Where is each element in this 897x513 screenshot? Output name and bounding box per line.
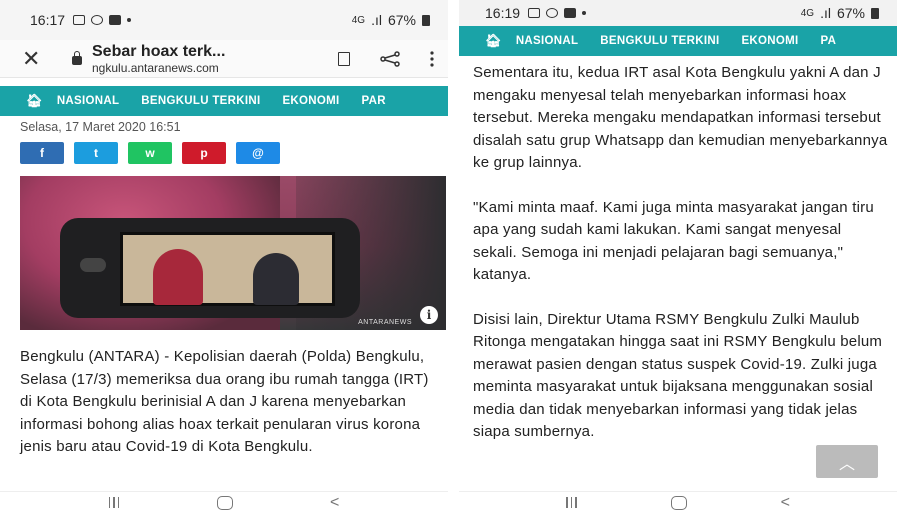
nav-item-bengkulu-terkini[interactable]: BENGKULU TERKINI <box>141 95 260 107</box>
article-paragraph: Bengkulu (ANTARA) - Kepolisian daerah (P… <box>20 348 429 455</box>
dot-icon <box>127 18 132 22</box>
status-bar: 16:17 4G .ıl 67% <box>0 0 448 40</box>
message-icon <box>564 8 577 18</box>
dot-icon <box>582 11 587 15</box>
camera-screen <box>120 232 335 306</box>
scroll-to-top-button[interactable]: ︿ <box>816 445 878 478</box>
page-title: Sebar hoax terk... <box>92 42 226 60</box>
whatsapp-icon <box>546 8 559 18</box>
system-nav-bar: < <box>459 491 897 513</box>
pinterest-share-button[interactable]: p <box>182 142 226 164</box>
message-icon <box>109 15 122 25</box>
gallery-icon <box>528 8 541 18</box>
nav-item-nasional[interactable]: NASIONAL <box>57 95 119 107</box>
chevron-up-icon: ︿ <box>838 455 855 473</box>
home-icon[interactable]: 🏠︎ <box>459 33 516 49</box>
nav-item-pa[interactable]: PA <box>821 35 837 47</box>
nav-item-ekonomi[interactable]: EKONOMI <box>741 35 798 47</box>
url-bar: ✕ Sebar hoax terk... ngkulu.antaranews.c… <box>0 40 448 78</box>
twitter-share-button[interactable]: t <box>74 142 118 164</box>
home-button-icon[interactable] <box>216 495 233 510</box>
gallery-icon <box>73 15 86 25</box>
signal-label: 4G <box>351 14 366 26</box>
battery-percent: 67% <box>387 12 416 28</box>
info-icon[interactable]: i <box>420 306 438 324</box>
battery-percent: 67% <box>836 5 865 21</box>
article-body: Bengkulu (ANTARA) - Kepolisian daerah (P… <box>0 336 448 459</box>
article-paragraph: Disisi lain, Direktur Utama RSMY Bengkul… <box>473 310 883 441</box>
recents-icon[interactable] <box>108 497 120 508</box>
url-info[interactable]: Sebar hoax terk... ngkulu.antaranews.com <box>92 42 338 75</box>
left-screen: 16:17 4G .ıl 67% ✕ Sebar hoax terk... ng… <box>0 0 448 513</box>
article-date: Selasa, 17 Maret 2020 16:51 <box>20 120 181 134</box>
back-icon[interactable]: < <box>781 494 790 511</box>
nav-item-bengkulu-terkini[interactable]: BENGKULU TERKINI <box>600 35 719 47</box>
recents-icon[interactable] <box>566 497 577 508</box>
category-nav: 🏠︎ NASIONAL BENGKULU TERKINI EKONOMI PAR <box>0 86 448 116</box>
share-icon[interactable] <box>380 50 400 67</box>
close-icon[interactable]: ✕ <box>22 46 48 72</box>
email-share-button[interactable]: @ <box>236 142 280 164</box>
home-icon[interactable]: 🏠︎ <box>0 93 57 109</box>
article-paragraph: "Kami minta maaf. Kami juga minta masyar… <box>473 198 874 284</box>
signal-icon: .ıl <box>371 12 382 28</box>
article-photo: ANTARANEWS i <box>20 176 446 330</box>
page-domain: ngkulu.antaranews.com <box>92 60 219 75</box>
status-bar: 16:19 4G .ıl 67% <box>459 0 897 26</box>
lock-icon <box>72 51 82 65</box>
signal-icon: .ıl <box>820 5 831 21</box>
whatsapp-icon <box>91 15 104 25</box>
right-screen: 16:19 4G .ıl 67% 🏠︎ NASIONAL BENGKULU TE… <box>459 0 897 513</box>
home-button-icon[interactable] <box>670 495 687 510</box>
article-body: Sementara itu, kedua IRT asal Kota Bengk… <box>459 56 897 444</box>
share-bar: f t w p @ <box>0 138 448 170</box>
battery-icon <box>871 7 879 19</box>
nav-item-par[interactable]: PAR <box>362 95 386 107</box>
article-paragraph: Sementara itu, kedua IRT asal Kota Bengk… <box>473 64 888 171</box>
whatsapp-share-button[interactable]: w <box>128 142 172 164</box>
back-icon[interactable]: < <box>330 494 339 511</box>
bookmark-icon[interactable] <box>338 51 350 66</box>
photo-watermark: ANTARANEWS <box>358 319 412 326</box>
nav-item-nasional[interactable]: NASIONAL <box>516 35 578 47</box>
category-nav: 🏠︎ NASIONAL BENGKULU TERKINI EKONOMI PA <box>459 26 897 56</box>
status-time: 16:17 <box>30 12 66 28</box>
facebook-share-button[interactable]: f <box>20 142 64 164</box>
battery-icon <box>422 14 430 26</box>
system-nav-bar: < <box>0 491 448 513</box>
status-time: 16:19 <box>485 5 521 21</box>
more-menu-icon[interactable] <box>430 50 434 67</box>
signal-label: 4G <box>800 7 815 19</box>
nav-item-ekonomi[interactable]: EKONOMI <box>282 95 339 107</box>
